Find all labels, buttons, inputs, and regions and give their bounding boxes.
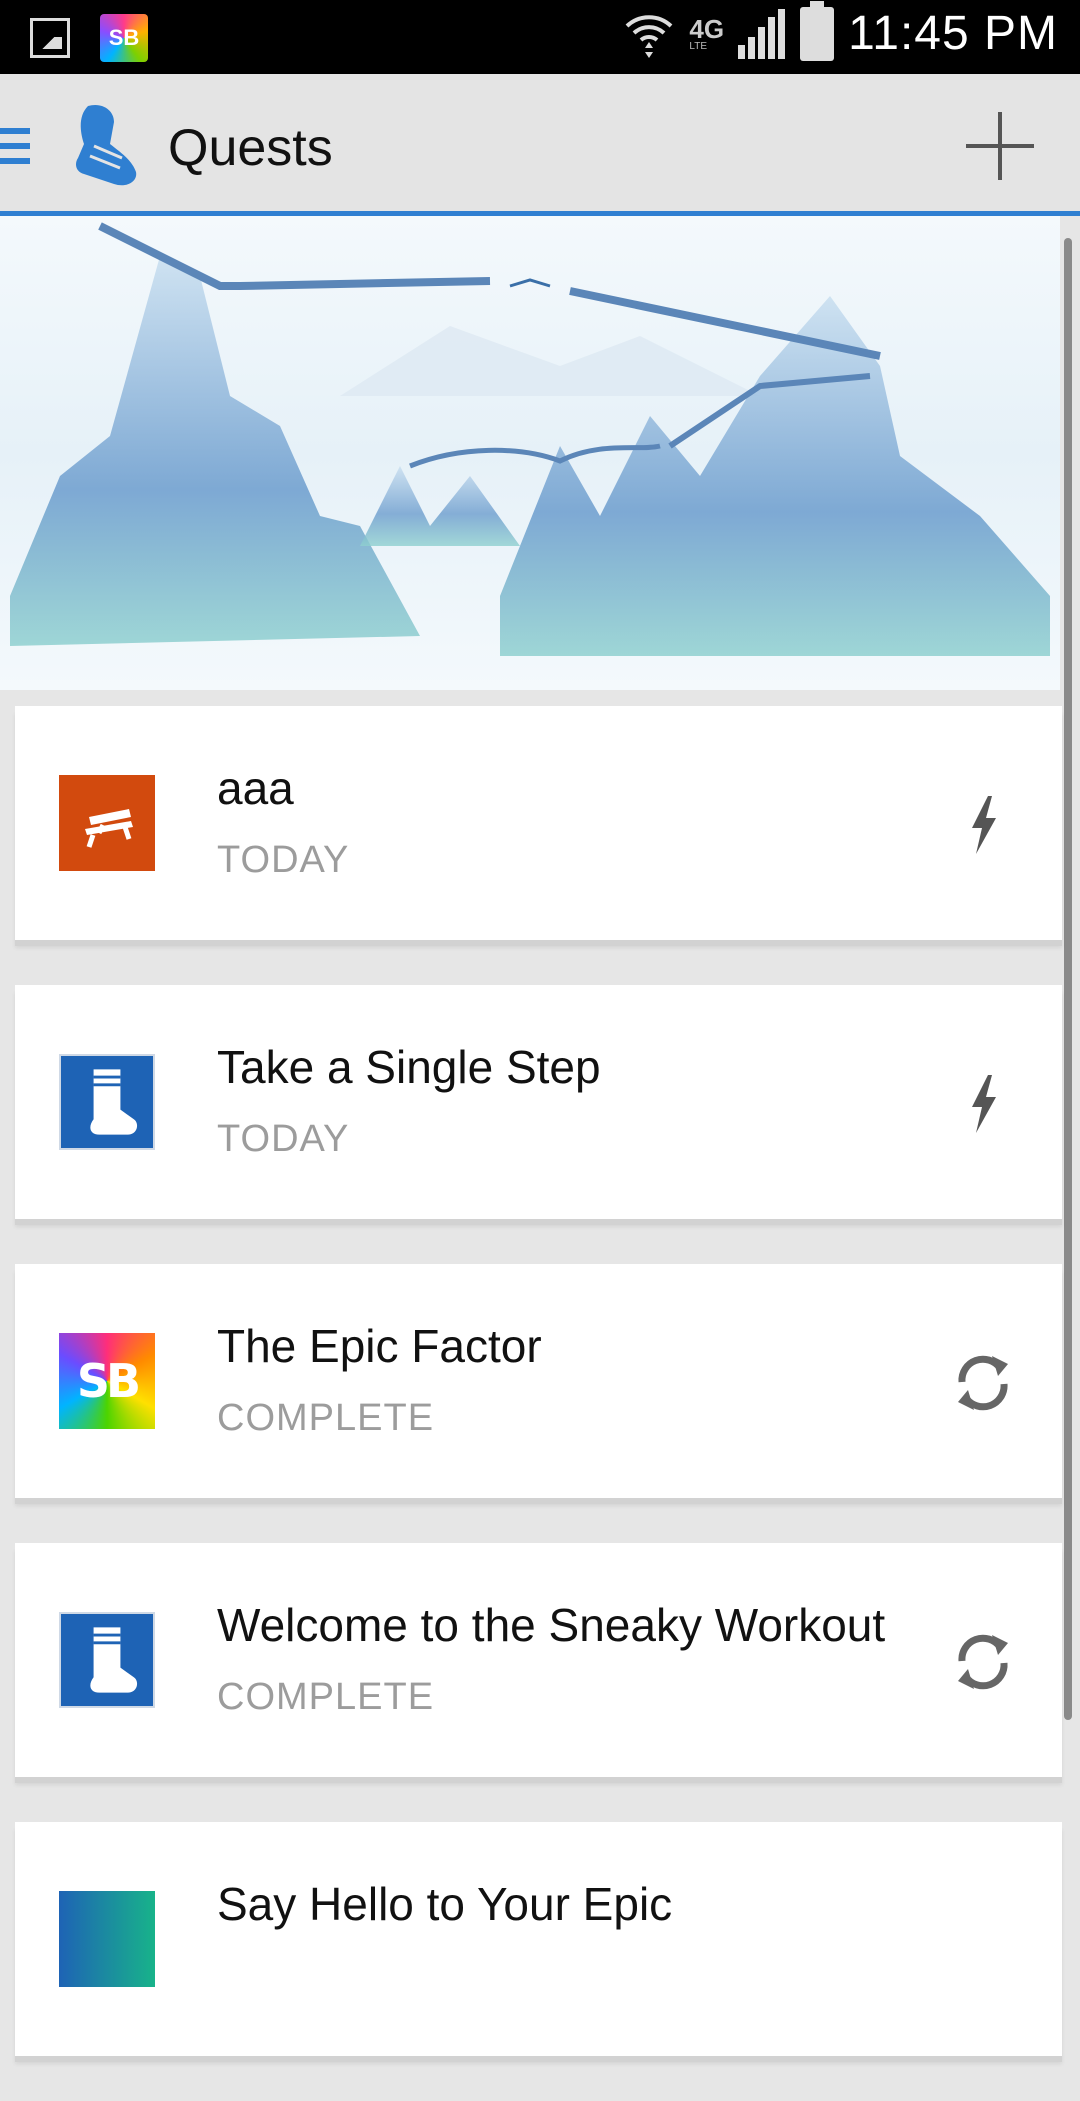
- status-bar: SB 4G LTE 11:45 PM: [0, 0, 1080, 74]
- quest-card[interactable]: aaa TODAY: [15, 706, 1062, 940]
- sock-icon: [59, 1612, 155, 1708]
- add-icon[interactable]: [962, 108, 1038, 184]
- hamburger-menu-icon[interactable]: [0, 128, 30, 164]
- signal-icon: [738, 8, 786, 59]
- quest-card[interactable]: Welcome to the Sneaky Workout COMPLETE: [15, 1543, 1062, 1777]
- network-sub-label: LTE: [689, 40, 708, 52]
- repeat-icon[interactable]: [948, 1627, 1018, 1697]
- quest-status: COMPLETE: [217, 1676, 435, 1718]
- superbetter-app-icon: SB: [100, 14, 148, 62]
- network-type: 4G LTE: [689, 16, 724, 52]
- quest-card[interactable]: SB The Epic Factor COMPLETE: [15, 1264, 1062, 1498]
- quest-thumbnail: [59, 1891, 155, 1987]
- network-label: 4G: [689, 13, 725, 44]
- mountain-bridges-illustration: [10, 222, 1050, 656]
- sneaker-logo-icon[interactable]: [70, 100, 142, 190]
- bench-icon: [59, 775, 155, 871]
- quest-card[interactable]: Say Hello to Your Epic: [15, 1822, 1062, 2056]
- quest-card[interactable]: Take a Single Step TODAY: [15, 985, 1062, 1219]
- sock-icon: [59, 1054, 155, 1150]
- quest-status: TODAY: [217, 839, 350, 881]
- clock: 11:45 PM: [848, 7, 1058, 60]
- wifi-icon: [626, 14, 673, 58]
- action-bar: Quests: [0, 74, 1080, 216]
- hero-banner: [0, 216, 1060, 690]
- repeat-icon[interactable]: [948, 1348, 1018, 1418]
- quest-status: COMPLETE: [217, 1397, 435, 1439]
- gallery-icon: [30, 18, 70, 58]
- quest-list: aaa TODAY Take a Single Step TODAY SB Th…: [15, 706, 1062, 2101]
- quest-title: aaa: [217, 762, 294, 814]
- quest-title: The Epic Factor: [217, 1320, 542, 1372]
- quest-status: TODAY: [217, 1118, 350, 1160]
- quest-title: Say Hello to Your Epic: [217, 1878, 673, 1930]
- lightning-icon[interactable]: [948, 1069, 1018, 1139]
- app-icon-text: SB: [108, 25, 140, 50]
- superbetter-logo-text: SB: [76, 1354, 141, 1408]
- quest-title: Take a Single Step: [217, 1041, 601, 1093]
- quest-title: Welcome to the Sneaky Workout: [217, 1599, 886, 1651]
- page-title: Quests: [168, 119, 333, 177]
- lightning-icon[interactable]: [948, 790, 1018, 860]
- battery-icon: [800, 0, 835, 61]
- superbetter-logo-icon: SB: [59, 1333, 155, 1429]
- scrollbar[interactable]: [1064, 238, 1072, 1720]
